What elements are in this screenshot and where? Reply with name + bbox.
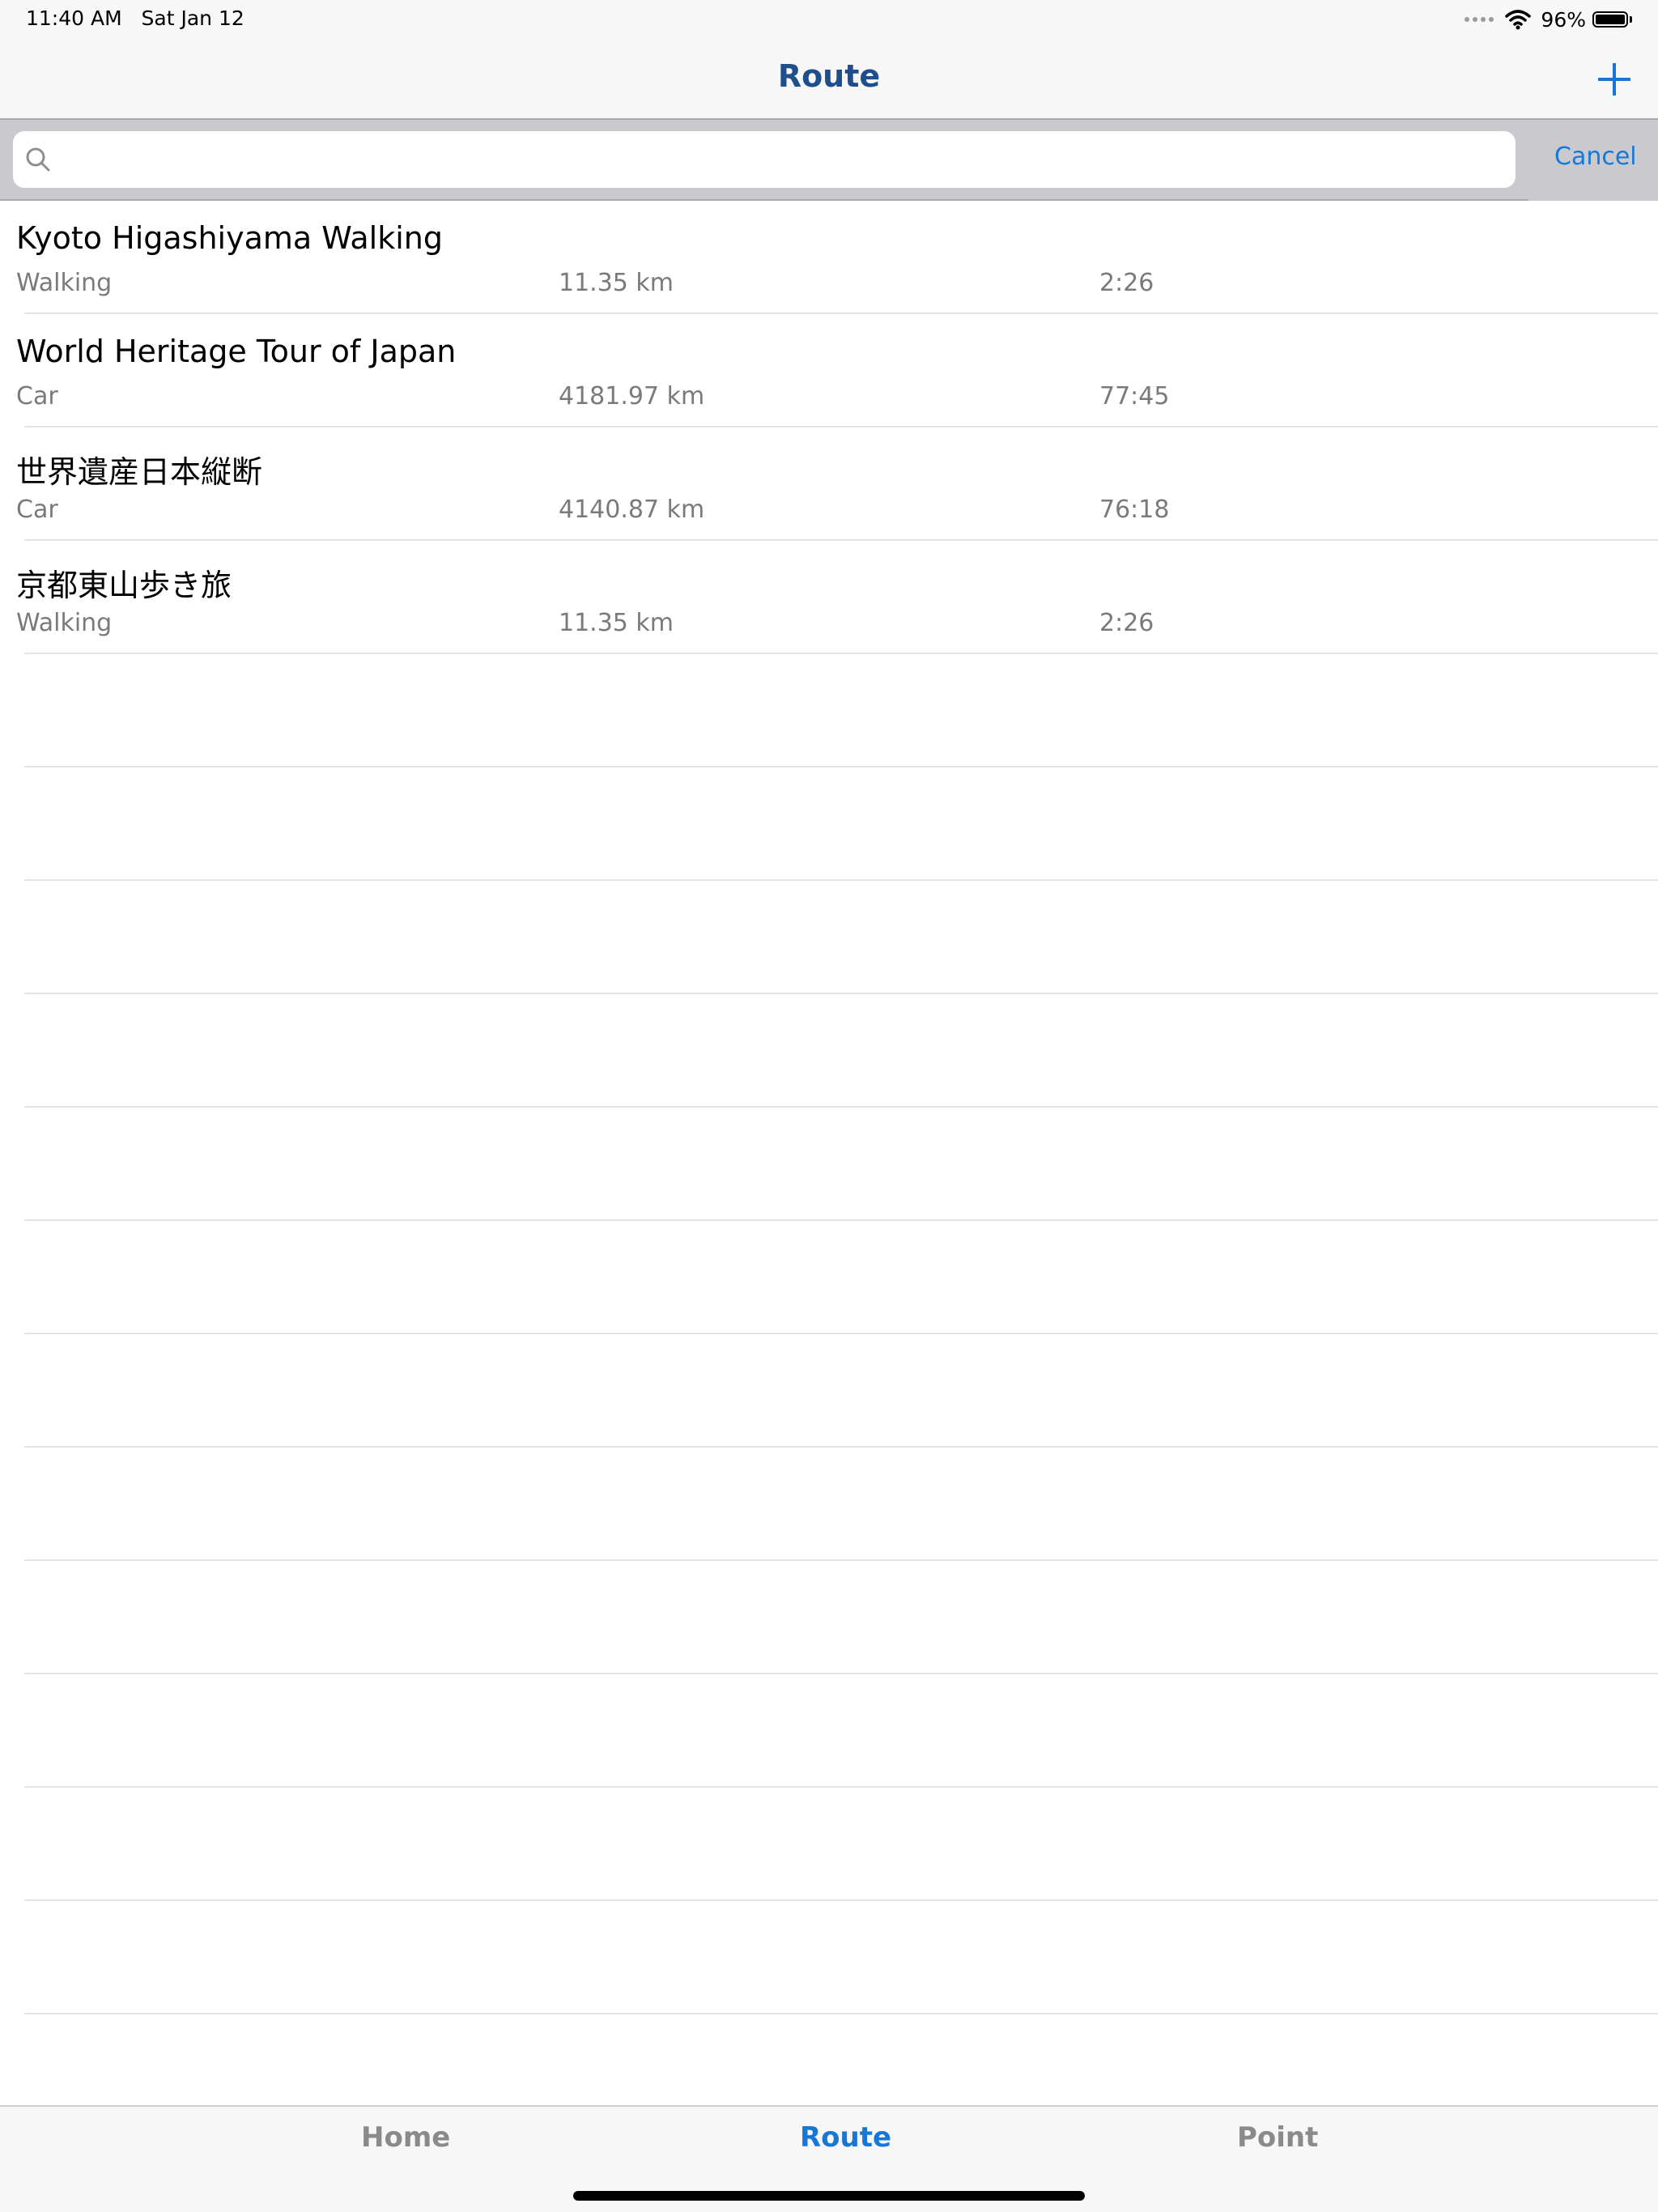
route-distance: 11.35 km [559, 609, 674, 637]
empty-row [24, 1561, 1658, 1674]
signal-dots-icon [1465, 17, 1494, 22]
status-date: Sat Jan 12 [141, 6, 244, 30]
route-row[interactable]: World Heritage Tour of Japan Car 4181.97… [16, 314, 1658, 428]
battery-percentage: 96% [1541, 7, 1586, 32]
empty-row [24, 1108, 1658, 1221]
wifi-icon [1505, 10, 1532, 30]
empty-row [24, 1221, 1658, 1334]
route-title: 世界遺産日本縦断 [16, 454, 263, 490]
empty-row [24, 1788, 1658, 1901]
status-clock: 11:40 AM [26, 6, 122, 30]
search-field[interactable] [13, 131, 1516, 188]
route-distance: 11.35 km [559, 269, 674, 297]
route-type: Car [16, 382, 58, 410]
route-row[interactable]: Kyoto Higashiyama Walking Walking 11.35 … [16, 201, 1658, 314]
route-list: Kyoto Higashiyama Walking Walking 11.35 … [0, 201, 1658, 2014]
route-type: Car [16, 496, 58, 524]
battery-icon [1592, 11, 1628, 28]
search-bar: Cancel [0, 120, 1658, 201]
empty-row [24, 1334, 1658, 1448]
empty-row [24, 1674, 1658, 1788]
route-title: 京都東山歩き旅 [16, 568, 232, 603]
status-time: 11:40 AM Sat Jan 12 [26, 6, 244, 30]
plus-icon [1598, 63, 1630, 96]
home-indicator[interactable] [573, 2191, 1085, 2201]
page-title: Route [777, 58, 881, 94]
route-time: 2:26 [1099, 609, 1154, 637]
route-type: Walking [16, 609, 113, 637]
battery-cap [1630, 16, 1632, 23]
tab-home[interactable]: Home [361, 2121, 450, 2154]
route-type: Walking [16, 269, 113, 297]
route-time: 77:45 [1099, 382, 1170, 410]
cancel-button[interactable]: Cancel [1554, 143, 1637, 171]
empty-row [24, 994, 1658, 1108]
empty-row [24, 1448, 1658, 1561]
route-title: Kyoto Higashiyama Walking [16, 220, 444, 256]
empty-row [24, 1901, 1658, 2014]
search-icon [26, 147, 50, 172]
tab-route[interactable]: Route [800, 2121, 891, 2154]
route-distance: 4140.87 km [559, 496, 705, 524]
route-row[interactable]: 京都東山歩き旅 Walking 11.35 km 2:26 [16, 541, 1658, 654]
screen: 11:40 AM Sat Jan 12 96% Route Cancel Kyo… [0, 0, 1658, 2212]
search-input[interactable] [60, 144, 1504, 175]
status-bar: 11:40 AM Sat Jan 12 96% [0, 0, 1658, 39]
route-row[interactable]: 世界遺産日本縦断 Car 4140.87 km 76:18 [16, 428, 1658, 541]
empty-row [24, 654, 1658, 768]
empty-row [24, 881, 1658, 994]
status-indicators: 96% [1465, 5, 1632, 34]
empty-row [24, 768, 1658, 881]
navigation-bar: Route [0, 39, 1658, 120]
add-route-button[interactable] [1590, 55, 1639, 104]
route-distance: 4181.97 km [559, 382, 705, 410]
route-title: World Heritage Tour of Japan [16, 334, 457, 369]
route-time: 2:26 [1099, 269, 1154, 297]
search-field-container [0, 120, 1528, 201]
cancel-area: Cancel [1528, 120, 1658, 201]
tab-bar: Home Route Point [0, 2105, 1658, 2212]
route-time: 76:18 [1099, 496, 1170, 524]
tab-point[interactable]: Point [1237, 2121, 1318, 2154]
